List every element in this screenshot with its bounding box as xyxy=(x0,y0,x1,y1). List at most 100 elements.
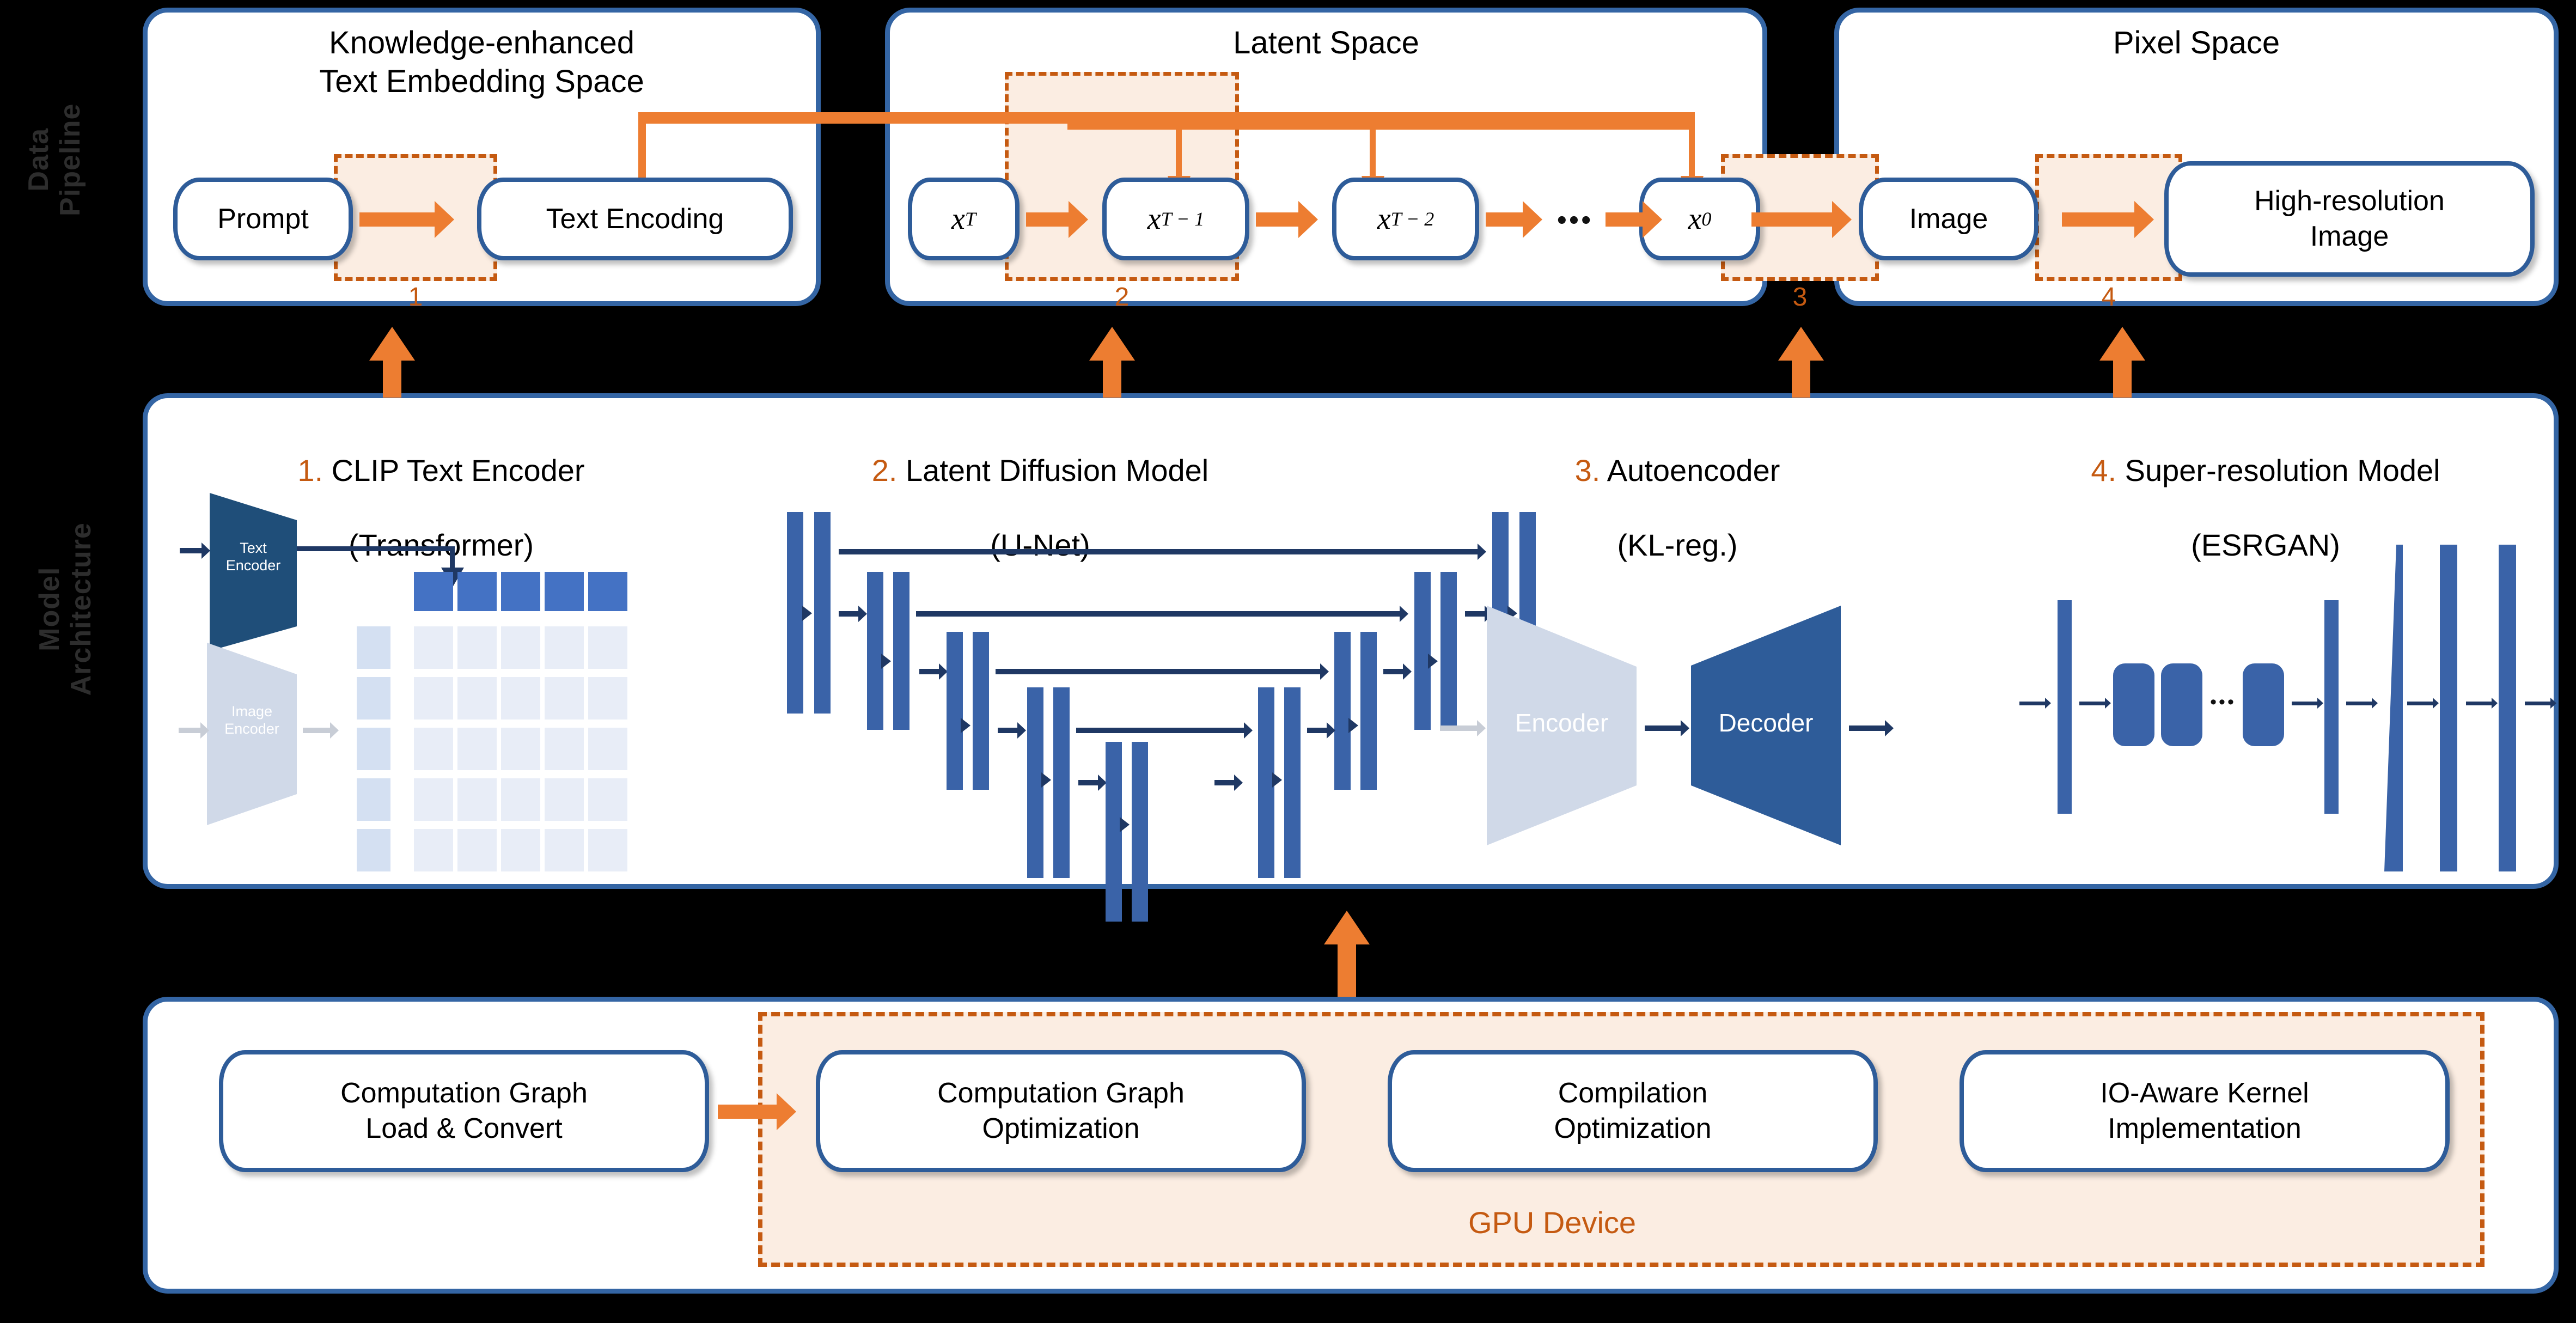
similarity-grid-cell xyxy=(588,626,627,669)
esrgan-arrow-in xyxy=(2019,698,2051,709)
unet-down-l3-to-l4 xyxy=(998,722,1026,739)
conditioning-branch-to-xT2 xyxy=(1370,124,1376,177)
unet-up-l2-to-l1 xyxy=(1465,606,1493,622)
node-x-T-minus-1-label: x xyxy=(1147,202,1161,236)
link-arrow-gpu-to-model xyxy=(1317,911,1377,997)
unet-marker-l4-in xyxy=(1041,772,1051,788)
panel-title-pixel-space: Pixel Space xyxy=(2113,25,2280,60)
node-computation-graph-load-convert[interactable]: Computation Graph Load & Convert xyxy=(219,1050,709,1172)
unet-marker-l4-out xyxy=(1272,772,1282,788)
unet-skip-l4 xyxy=(1076,722,1253,739)
node-x-0-label: x xyxy=(1688,202,1702,236)
model-section-subtitle-4: (ESRGAN) xyxy=(2191,527,2340,562)
model-section-number-1: 1. xyxy=(297,453,323,488)
esrgan-conv-bar-in xyxy=(2058,600,2072,814)
unet-down-l1-to-l2 xyxy=(839,606,867,622)
unet-decoder-bar-l3a xyxy=(1334,632,1351,790)
step-marker-4: 4 xyxy=(2101,283,2116,312)
esrgan-arrow-4 xyxy=(2407,698,2439,709)
node-x-T-minus-2-subscript: T − 2 xyxy=(1390,208,1434,230)
embedding-cell-top-5 xyxy=(588,572,627,611)
link-arrow-step-4 xyxy=(2099,327,2145,398)
esrgan-arrow-out xyxy=(2525,698,2556,709)
similarity-grid-cell xyxy=(414,829,453,871)
arrow-x0-to-image xyxy=(1751,201,1852,238)
model-section-subtitle-3: (KL-reg.) xyxy=(1617,527,1738,562)
similarity-grid-col0-row5 xyxy=(357,829,390,871)
esrgan-conv-bar-mid xyxy=(2324,600,2339,814)
panel-title-text-embedding-space: Knowledge-enhanced Text Embedding Space xyxy=(319,25,644,99)
unet-skip-l3 xyxy=(996,663,1329,680)
similarity-grid-col0-row3 xyxy=(357,728,390,770)
unet-up-l4-to-l3 xyxy=(1307,722,1335,739)
similarity-grid-cell xyxy=(501,677,540,720)
node-x-T[interactable]: xT xyxy=(908,178,1020,260)
node-computation-graph-optimization[interactable]: Computation Graph Optimization xyxy=(816,1050,1306,1172)
image-encoder-label: Image Encoder xyxy=(224,703,279,737)
similarity-grid-cell xyxy=(545,728,584,770)
similarity-grid-cell xyxy=(457,626,497,669)
similarity-grid-cell xyxy=(545,829,584,871)
node-x-T-subscript: T xyxy=(965,208,976,230)
similarity-grid-cell xyxy=(501,626,540,669)
model-section-title-4: Super-resolution Model xyxy=(2116,453,2440,488)
similarity-grid-cell xyxy=(457,829,497,871)
unet-decoder-bar-l2a xyxy=(1414,572,1431,730)
node-io-aware-kernel-implementation[interactable]: IO-Aware Kernel Implementation xyxy=(1960,1050,2450,1172)
esrgan-arrow-2 xyxy=(2292,698,2323,709)
unet-skip-l2 xyxy=(916,606,1408,622)
node-compilation-optimization[interactable]: Compilation Optimization xyxy=(1388,1050,1878,1172)
node-x-T-minus-2-label: x xyxy=(1377,202,1391,236)
unet-decoder-bar-l3b xyxy=(1360,632,1377,790)
unet-skip-l1 xyxy=(839,544,1486,560)
esrgan-upsample-wedge xyxy=(2384,545,2403,871)
arrow-prompt-to-text-encoding xyxy=(359,201,454,238)
similarity-grid-cell xyxy=(457,677,497,720)
unet-decoder-bar-l2b xyxy=(1440,572,1457,730)
node-text-encoding[interactable]: Text Encoding xyxy=(477,178,793,260)
similarity-grid-cell xyxy=(545,778,584,821)
conditioning-line-horizontal-taps xyxy=(1067,124,1695,130)
node-image[interactable]: Image xyxy=(1859,178,2038,260)
similarity-grid-col0-row4 xyxy=(357,778,390,821)
similarity-grid-cell xyxy=(414,778,453,821)
node-prompt[interactable]: Prompt xyxy=(173,178,353,260)
model-section-title-2: Latent Diffusion Model xyxy=(897,453,1209,488)
unet-bottleneck-bar-b xyxy=(1053,687,1070,878)
node-x-T-minus-1[interactable]: xT − 1 xyxy=(1102,178,1249,260)
unet-encoder-bar-l2a xyxy=(867,572,883,730)
unet-marker-l1-in xyxy=(802,606,812,621)
embedding-cell-top-1 xyxy=(414,572,453,611)
arrow-xT-to-xT1 xyxy=(1026,201,1088,238)
arrow-out-of-ae-decoder xyxy=(1849,720,1894,736)
conditioning-branch-to-xT1 xyxy=(1176,124,1182,177)
similarity-grid-cell xyxy=(588,728,627,770)
node-x-T-minus-2[interactable]: xT − 2 xyxy=(1332,178,1479,260)
panel-title-latent-space: Latent Space xyxy=(1233,25,1419,60)
similarity-grid-cell xyxy=(414,626,453,669)
step-marker-2: 2 xyxy=(1114,283,1130,312)
similarity-grid-cell xyxy=(414,677,453,720)
unet-encoder-bar-l3b xyxy=(973,632,989,790)
model-section-heading-esrgan: 4. Super-resolution Model (ESRGAN) xyxy=(1977,415,2554,564)
link-arrow-step-1 xyxy=(369,327,415,398)
esrgan-arrow-5 xyxy=(2466,698,2498,709)
node-high-resolution-image[interactable]: High-resolution Image xyxy=(2164,161,2535,277)
similarity-grid-cell xyxy=(545,626,584,669)
unet-encoder-bar-l3a xyxy=(947,632,963,790)
unet-core-bar-b xyxy=(1132,742,1148,922)
esrgan-rrdb-block-1 xyxy=(2113,663,2154,746)
similarity-grid-cell xyxy=(545,677,584,720)
similarity-grid-col0-row1 xyxy=(357,626,390,669)
unet-marker-l3-in xyxy=(961,718,970,733)
unet-up-l3-to-l2 xyxy=(1383,663,1412,680)
similarity-grid-cell xyxy=(414,728,453,770)
similarity-grid-cell xyxy=(588,829,627,871)
similarity-grid-cell xyxy=(588,778,627,821)
unet-marker-l2-out xyxy=(1428,654,1438,669)
text-encoder-label: Text Encoder xyxy=(225,540,281,574)
step-marker-3: 3 xyxy=(1792,283,1808,312)
conditioning-line-horizontal-main xyxy=(638,112,1695,124)
embedding-cell-top-4 xyxy=(545,572,584,611)
unet-down-l4-to-core xyxy=(1078,775,1107,791)
